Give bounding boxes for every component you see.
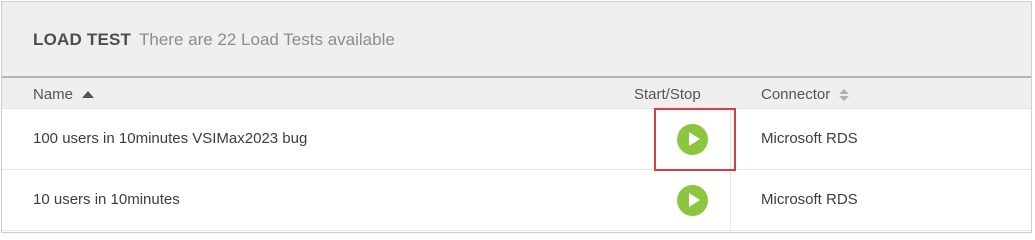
column-divider: [730, 109, 731, 169]
load-test-name[interactable]: 10 users in 10minutes: [33, 191, 180, 208]
column-header-name-label: Name: [33, 86, 74, 103]
table-row[interactable]: 10 users in 10minutes Microsoft RDS: [2, 170, 1031, 231]
table-row[interactable]: 100 users in 10minutes VSIMax2023 bug Mi…: [2, 109, 1031, 170]
sort-icon: [839, 88, 850, 101]
panel-header: LOAD TEST There are 22 Load Tests availa…: [2, 2, 1031, 78]
column-header-start-stop: Start/Stop: [634, 86, 701, 103]
play-icon[interactable]: [677, 185, 708, 216]
connector-value: Microsoft RDS: [761, 191, 858, 208]
page-title: LOAD TEST: [33, 30, 132, 49]
column-header-connector[interactable]: Connector: [761, 86, 850, 103]
connector-value: Microsoft RDS: [761, 130, 858, 147]
column-divider: [730, 170, 731, 230]
load-test-name[interactable]: 100 users in 10minutes VSIMax2023 bug: [33, 130, 307, 147]
table-header: Name Start/Stop Connector: [2, 78, 1031, 109]
load-test-panel: LOAD TEST There are 22 Load Tests availa…: [1, 1, 1032, 233]
load-test-count-text: There are 22 Load Tests available: [139, 30, 395, 49]
column-header-connector-label: Connector: [761, 86, 831, 103]
play-icon[interactable]: [677, 124, 708, 155]
column-header-name[interactable]: Name: [33, 86, 95, 103]
sort-ascending-icon: [82, 90, 95, 98]
